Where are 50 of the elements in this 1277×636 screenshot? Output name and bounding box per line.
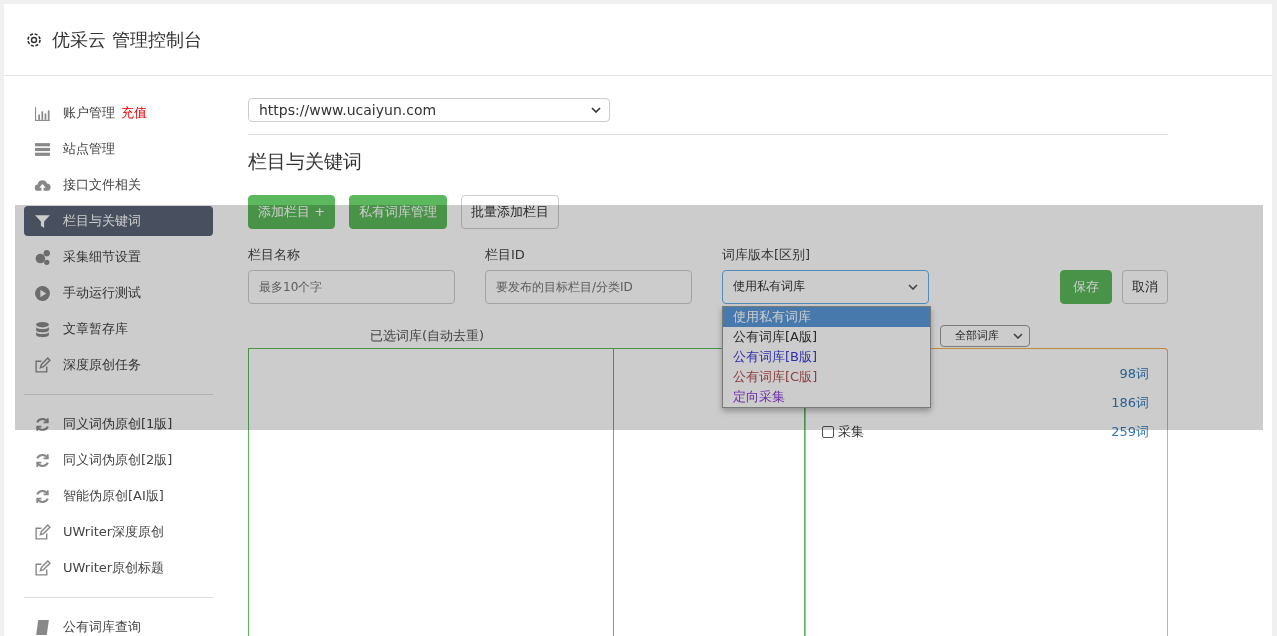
sidebar-item[interactable]: 手动运行测试 — [24, 278, 213, 308]
field-label: 词库版本[区别] — [722, 245, 812, 264]
chevron-down-icon — [591, 106, 601, 113]
refresh-icon — [34, 415, 51, 433]
edit-icon — [34, 523, 51, 541]
database-icon — [34, 320, 51, 338]
chevron-down-icon — [908, 283, 918, 290]
play-icon — [34, 284, 51, 302]
sidebar-item[interactable]: UWriter深度原创 — [24, 517, 213, 547]
section-title: 栏目与关键词 — [248, 148, 363, 174]
dropdown-option[interactable]: 公有词库[A版] — [723, 326, 930, 347]
chevron-down-icon — [1013, 332, 1023, 339]
input-field[interactable]: 最多10个字 — [248, 269, 455, 304]
library-filter-select[interactable]: 全部词库 — [940, 324, 1030, 347]
edit-icon — [34, 559, 51, 577]
sidebar-item[interactable]: 公有词库查询 — [24, 612, 213, 636]
filter-icon — [34, 212, 51, 230]
console-title: 优采云 管理控制台 — [52, 27, 202, 52]
field-label: 栏目名称 — [248, 245, 301, 264]
cancel-button[interactable]: 取消 — [1122, 269, 1168, 304]
sidebar-item[interactable]: 接口文件相关 — [24, 170, 213, 200]
toolbar-button[interactable]: 批量添加栏目 — [461, 194, 560, 229]
field-label: 栏目ID — [485, 245, 526, 264]
word-count: 98词 — [1119, 364, 1149, 383]
word-count: 186词 — [1111, 393, 1149, 412]
sidebar-item[interactable]: 账户管理 充值 — [24, 98, 213, 128]
dropdown-option[interactable]: 公有词库[B版] — [723, 346, 930, 367]
sidebar-item[interactable]: 站点管理 — [24, 134, 213, 164]
sidebar-item[interactable]: UWriter原创标题 — [24, 553, 213, 583]
sidebar-item[interactable]: 同义词伪原创[2版] — [24, 445, 213, 475]
input-field[interactable]: 要发布的目标栏目/分类ID — [485, 269, 692, 304]
sidebar-item[interactable]: 栏目与关键词 — [24, 206, 213, 236]
sidebar-item[interactable]: 文章暂存库 — [24, 314, 213, 344]
recharge-link[interactable]: 充值 — [121, 104, 147, 122]
bar-chart-icon — [34, 104, 51, 122]
version-select[interactable]: 使用私有词库 — [722, 269, 929, 304]
sidebar-item[interactable]: 智能伪原创[AI版] — [24, 481, 213, 511]
sidebar-item[interactable]: 采集细节设置 — [24, 242, 213, 272]
library-checkbox[interactable]: 采集 — [822, 422, 864, 441]
edit-icon — [34, 356, 51, 374]
site-select[interactable]: https://www.ucaiyun.com — [248, 98, 610, 122]
sidebar-item[interactable]: 同义词伪原创[1版] — [24, 409, 213, 439]
dropdown-option[interactable]: 定向采集 — [723, 386, 930, 407]
sidebar-item[interactable]: 深度原创任务 — [24, 350, 213, 380]
refresh-icon — [34, 487, 51, 505]
server-icon — [34, 140, 51, 158]
selected-libraries-label: 已选词库(自动去重) — [370, 326, 485, 345]
refresh-icon — [34, 451, 51, 469]
dropdown-option[interactable]: 公有词库[C版] — [723, 366, 930, 387]
word-count: 259词 — [1111, 422, 1149, 441]
